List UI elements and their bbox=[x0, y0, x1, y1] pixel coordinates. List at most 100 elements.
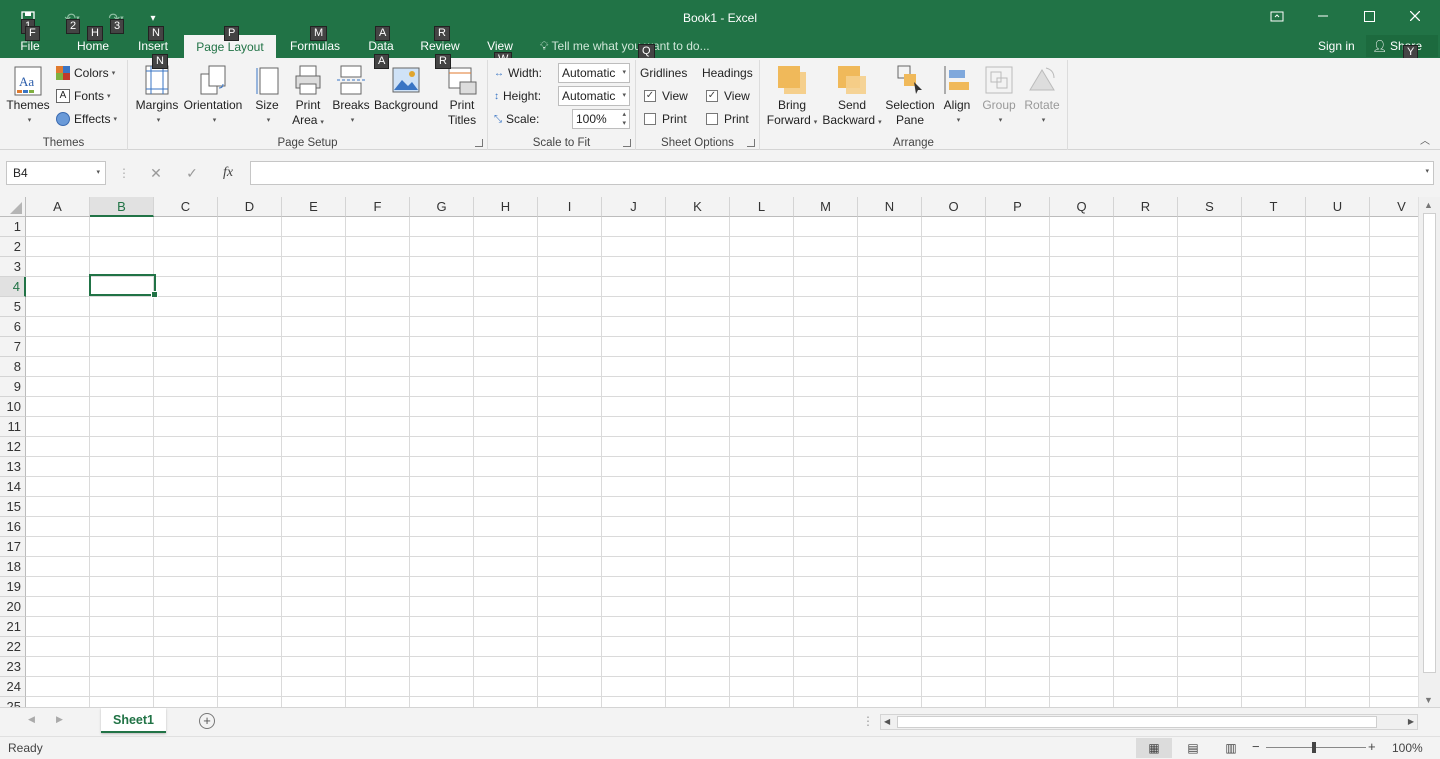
prev-sheet-icon[interactable]: ◀ bbox=[28, 714, 35, 725]
row-header[interactable]: 4 bbox=[0, 277, 26, 297]
row-header[interactable]: 16 bbox=[0, 517, 26, 537]
sheet-tab[interactable]: Sheet1 bbox=[101, 708, 166, 733]
column-header[interactable]: A bbox=[26, 197, 90, 217]
collapse-ribbon-icon[interactable]: ︿ bbox=[1420, 132, 1430, 147]
headings-print-checkbox[interactable]: Print bbox=[706, 109, 749, 129]
width-dropdown[interactable]: Automatic ▾ bbox=[558, 63, 630, 83]
scroll-up-icon[interactable]: ▲ bbox=[1424, 200, 1433, 210]
column-header[interactable]: U bbox=[1306, 197, 1370, 217]
column-header[interactable]: L bbox=[730, 197, 794, 217]
column-header[interactable]: I bbox=[538, 197, 602, 217]
row-header[interactable]: 25 bbox=[0, 697, 26, 707]
tab-split-icon[interactable]: ⋮ bbox=[862, 714, 874, 728]
next-sheet-icon[interactable]: ▶ bbox=[56, 714, 63, 725]
column-header[interactable]: B bbox=[90, 197, 154, 217]
new-sheet-button[interactable]: + bbox=[199, 713, 215, 729]
row-header[interactable]: 1 bbox=[0, 217, 26, 237]
enter-button[interactable]: ✓ bbox=[174, 161, 210, 185]
row-header[interactable]: 22 bbox=[0, 637, 26, 657]
column-header[interactable]: N bbox=[858, 197, 922, 217]
themes-button[interactable]: Aa Themes ▾ bbox=[4, 62, 52, 128]
column-header[interactable]: H bbox=[474, 197, 538, 217]
row-header[interactable]: 24 bbox=[0, 677, 26, 697]
column-header[interactable]: P bbox=[986, 197, 1050, 217]
tab-page-layout[interactable]: Page Layout P bbox=[184, 26, 276, 59]
formula-input[interactable]: ▾ bbox=[250, 161, 1434, 185]
cell-area[interactable] bbox=[26, 217, 1418, 707]
size-button[interactable]: Size ▾ bbox=[252, 62, 282, 128]
row-header[interactable]: 10 bbox=[0, 397, 26, 417]
column-header[interactable]: C bbox=[154, 197, 218, 217]
zoom-slider[interactable] bbox=[1266, 742, 1366, 753]
row-header[interactable]: 13 bbox=[0, 457, 26, 477]
row-header[interactable]: 9 bbox=[0, 377, 26, 397]
column-header[interactable]: F bbox=[346, 197, 410, 217]
row-header[interactable]: 17 bbox=[0, 537, 26, 557]
selection-pane-button[interactable]: Selection Pane bbox=[884, 62, 936, 128]
send-backward-button[interactable]: Send Backward ▾ bbox=[822, 62, 882, 130]
vertical-scrollbar[interactable]: ▲ ▼ bbox=[1418, 197, 1440, 707]
fonts-button[interactable]: A Fonts ▾ bbox=[56, 86, 111, 106]
close-button[interactable] bbox=[1392, 0, 1438, 32]
zoom-slider-thumb[interactable] bbox=[1312, 742, 1316, 753]
row-header[interactable]: 6 bbox=[0, 317, 26, 337]
active-cell[interactable] bbox=[89, 274, 158, 298]
scroll-down-icon[interactable]: ▼ bbox=[1424, 695, 1433, 705]
column-header[interactable]: R bbox=[1114, 197, 1178, 217]
zoom-in-button[interactable]: + bbox=[1368, 739, 1376, 754]
height-dropdown[interactable]: Automatic ▾ bbox=[558, 86, 630, 106]
horizontal-scrollbar[interactable]: ◀ ▶ bbox=[880, 714, 1418, 730]
margins-button[interactable]: Margins ▾ N bbox=[134, 54, 180, 128]
breaks-button[interactable]: Breaks ▾ bbox=[332, 62, 370, 128]
orientation-button[interactable]: Orientation ▾ bbox=[182, 62, 244, 128]
row-header[interactable]: 5 bbox=[0, 297, 26, 317]
scale-launcher[interactable] bbox=[623, 139, 631, 147]
name-box[interactable]: B4 ▾ bbox=[6, 161, 106, 185]
zoom-level[interactable]: 100% bbox=[1392, 741, 1423, 755]
effects-button[interactable]: Effects ▾ bbox=[56, 109, 117, 129]
column-header[interactable]: D bbox=[218, 197, 282, 217]
sign-in-link[interactable]: Sign in bbox=[1318, 34, 1355, 58]
ribbon-display-options-button[interactable] bbox=[1254, 0, 1300, 32]
row-header[interactable]: 23 bbox=[0, 657, 26, 677]
row-header[interactable]: 12 bbox=[0, 437, 26, 457]
tab-view[interactable]: ViewW bbox=[482, 34, 518, 67]
row-header[interactable]: 20 bbox=[0, 597, 26, 617]
column-header[interactable]: G bbox=[410, 197, 474, 217]
insert-function-button[interactable]: fx bbox=[210, 161, 246, 185]
row-header[interactable]: 15 bbox=[0, 497, 26, 517]
normal-view-button[interactable]: ▦ bbox=[1136, 738, 1172, 758]
scroll-thumb[interactable] bbox=[1423, 213, 1436, 673]
page-layout-view-button[interactable]: ▤ bbox=[1176, 738, 1210, 758]
bring-forward-button[interactable]: Bring Forward ▾ bbox=[764, 62, 820, 130]
h-scroll-thumb[interactable] bbox=[897, 716, 1377, 728]
align-button[interactable]: Align ▾ bbox=[938, 62, 976, 128]
row-header[interactable]: 3 bbox=[0, 257, 26, 277]
gridlines-print-checkbox[interactable]: Print bbox=[644, 109, 687, 129]
scale-spinner[interactable]: 100% ▴ ▾ bbox=[572, 109, 630, 129]
page-setup-launcher[interactable] bbox=[475, 139, 483, 147]
column-header[interactable]: T bbox=[1242, 197, 1306, 217]
select-all-button[interactable] bbox=[0, 197, 26, 217]
row-header[interactable]: 14 bbox=[0, 477, 26, 497]
column-header[interactable]: K bbox=[666, 197, 730, 217]
tab-home[interactable]: Home H bbox=[70, 26, 116, 58]
scroll-right-icon[interactable]: ▶ bbox=[1408, 717, 1414, 726]
column-header[interactable]: E bbox=[282, 197, 346, 217]
print-area-button[interactable]: Print Area ▾ bbox=[288, 62, 328, 130]
row-header[interactable]: 19 bbox=[0, 577, 26, 597]
row-header[interactable]: 2 bbox=[0, 237, 26, 257]
row-header[interactable]: 21 bbox=[0, 617, 26, 637]
tab-file[interactable]: File F bbox=[14, 26, 46, 58]
column-header[interactable]: Q bbox=[1050, 197, 1114, 217]
column-header[interactable]: O bbox=[922, 197, 986, 217]
tell-me-box[interactable]: 💡︎ Tell me what you want to do... Q bbox=[540, 34, 710, 59]
zoom-out-button[interactable]: − bbox=[1252, 739, 1260, 754]
row-header[interactable]: 18 bbox=[0, 557, 26, 577]
column-header[interactable]: S bbox=[1178, 197, 1242, 217]
minimize-button[interactable] bbox=[1300, 0, 1346, 32]
share-button[interactable]: 👤︎ Share Y bbox=[1366, 35, 1438, 60]
column-header[interactable]: J bbox=[602, 197, 666, 217]
rotate-button[interactable]: Rotate ▾ bbox=[1022, 62, 1062, 128]
row-header[interactable]: 11 bbox=[0, 417, 26, 437]
